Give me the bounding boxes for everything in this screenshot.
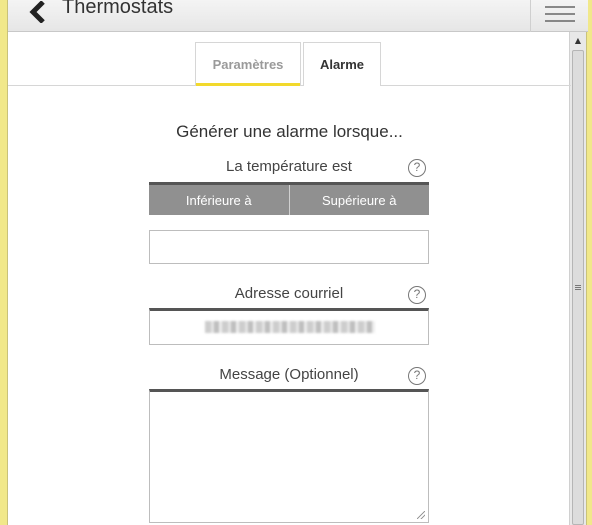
chevron-left-icon — [29, 1, 45, 23]
temperature-label: La température est — [226, 158, 352, 175]
higher-than-button[interactable]: Supérieure à — [288, 185, 430, 215]
grip-icon — [575, 284, 581, 291]
back-button[interactable] — [26, 0, 50, 24]
email-input[interactable] — [149, 308, 429, 345]
email-help-icon[interactable]: ? — [408, 286, 426, 304]
resize-handle-icon[interactable] — [417, 511, 425, 519]
page-title: Thermostats — [62, 0, 174, 18]
scroll-thumb[interactable] — [572, 50, 584, 525]
hamburger-menu-icon — [544, 6, 575, 22]
message-help-icon[interactable]: ? — [408, 367, 426, 385]
tab-bar: Paramètres Alarme — [8, 32, 571, 86]
message-textarea[interactable] — [149, 389, 429, 523]
app-window: Thermostats ▲ Paramètres Alarme Générer … — [7, 0, 588, 525]
temperature-input[interactable] — [149, 230, 429, 264]
email-label: Adresse courriel — [234, 285, 344, 302]
redacted-email-value — [205, 321, 375, 333]
vertical-scrollbar[interactable]: ▲ — [569, 32, 586, 525]
menu-button[interactable] — [530, 0, 588, 32]
header-bar: Thermostats — [8, 0, 588, 32]
scroll-up-arrow-icon[interactable]: ▲ — [570, 32, 586, 48]
lower-than-button[interactable]: Inférieure à — [149, 185, 289, 215]
form-heading: Générer une alarme lorsque... — [176, 122, 403, 141]
tab-alarme[interactable]: Alarme — [303, 42, 381, 86]
temperature-help-icon[interactable]: ? — [408, 159, 426, 177]
message-label: Message (Optionnel) — [219, 366, 359, 383]
tab-parametres[interactable]: Paramètres — [195, 42, 301, 86]
temperature-comparison-toggle: Inférieure à Supérieure à — [149, 182, 429, 215]
